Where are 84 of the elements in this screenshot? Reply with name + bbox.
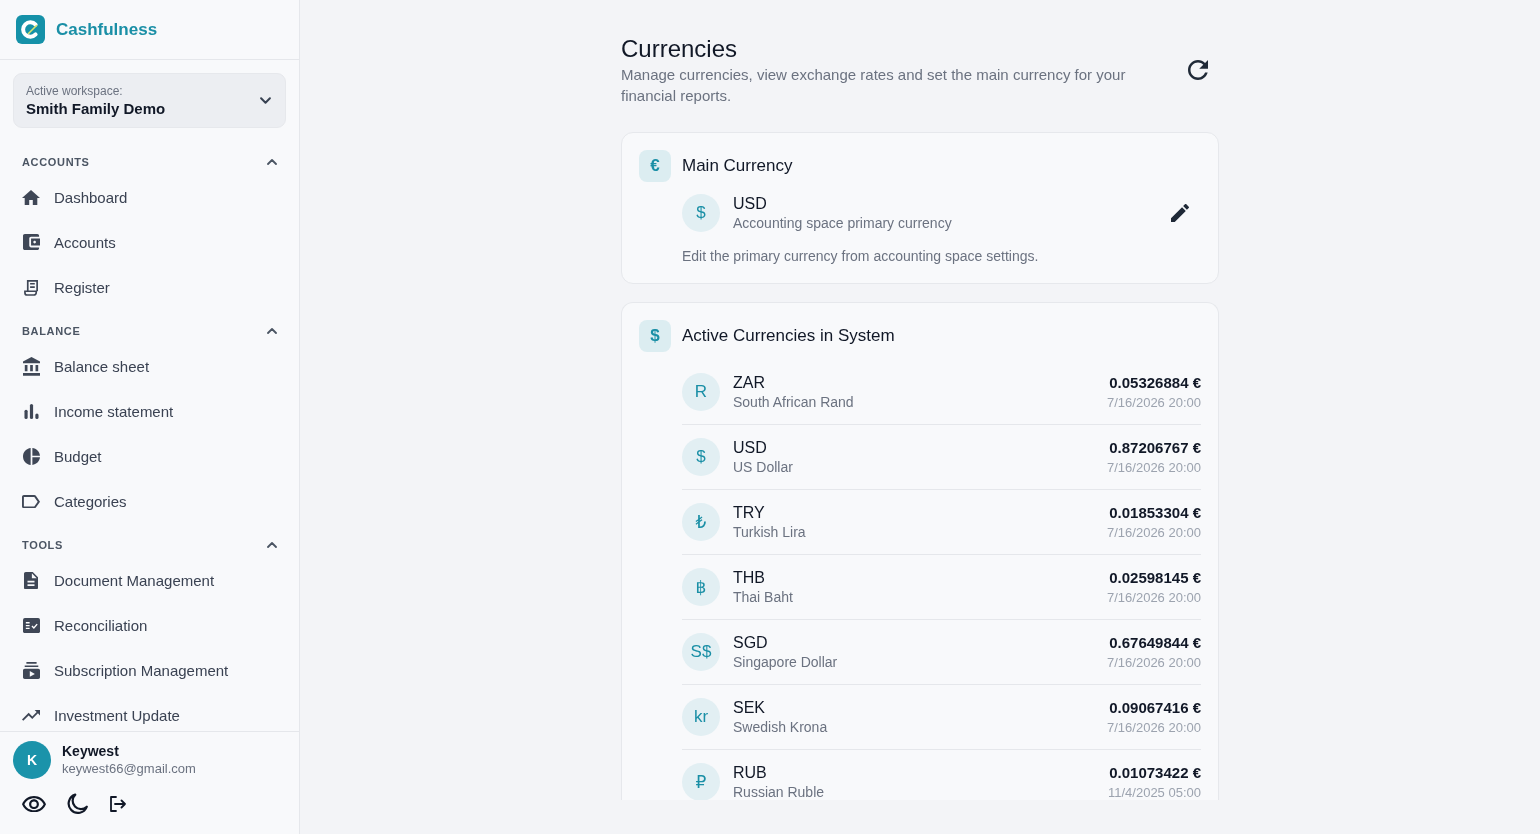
section-toggle[interactable]: BALANCE: [0, 320, 299, 342]
exchange-rate: 0.05326884 €: [1109, 373, 1201, 393]
currency-code: USD: [733, 194, 768, 214]
wallet-icon: [22, 234, 40, 251]
currency-symbol: ₽: [682, 763, 720, 800]
exchange-rate: 0.67649844 €: [1109, 633, 1201, 653]
card-symbol: $: [639, 320, 671, 352]
avatar: K: [13, 741, 51, 779]
nav-item[interactable]: Income statement: [8, 389, 291, 434]
currency-symbol: ฿: [682, 568, 720, 606]
user-name: Keywest: [62, 743, 120, 760]
receipt-icon: [23, 279, 39, 296]
trend-line-icon: [22, 710, 40, 721]
rate-date: 7/16/2026 20:00: [1107, 524, 1201, 542]
currency-name: Thai Baht: [733, 588, 794, 607]
rate-date: 7/16/2026 20:00: [1107, 654, 1201, 672]
checklist-icon: [22, 617, 40, 634]
workspace-name: Smith Family Demo: [26, 99, 166, 118]
bar-chart-icon: [23, 404, 39, 419]
nav-item[interactable]: Budget: [8, 434, 291, 479]
nav-item[interactable]: Categories: [8, 479, 291, 524]
nav-item[interactable]: Balance sheet: [8, 344, 291, 389]
card-symbol: €: [639, 150, 671, 182]
currency-code: SEK: [733, 698, 766, 718]
currency-code: THB: [733, 568, 766, 588]
rate-date: 7/16/2026 20:00: [1107, 589, 1201, 607]
document-icon: [24, 571, 38, 590]
exchange-rate: 0.02598145 €: [1109, 568, 1201, 588]
moon-icon[interactable]: [67, 793, 89, 815]
section-toggle[interactable]: ACCOUNTS: [0, 151, 299, 173]
workspace-selector[interactable]: Active workspace: Smith Family Demo: [13, 73, 286, 128]
currency-name: US Dollar: [733, 458, 794, 477]
rate-date: 7/16/2026 20:00: [1107, 459, 1201, 477]
workspace-label: Active workspace:: [26, 83, 124, 99]
currency-name: Singapore Dollar: [733, 653, 839, 672]
pie-chart-icon: [22, 448, 40, 465]
home-icon: [22, 189, 40, 206]
exchange-rate: 0.01073422 €: [1109, 763, 1201, 783]
currency-symbol: ₺: [682, 503, 720, 541]
logout-icon[interactable]: [110, 796, 126, 812]
exchange-rate: 0.01853304 €: [1109, 503, 1201, 523]
rate-date: 11/4/2025 05:00: [1108, 784, 1201, 800]
nav-item[interactable]: Dashboard: [8, 175, 291, 220]
currency-symbol: kr: [682, 698, 720, 736]
currency-name: South African Rand: [733, 393, 855, 412]
rate-date: 7/16/2026 20:00: [1107, 394, 1201, 412]
nav-item[interactable]: Register: [8, 265, 291, 310]
tag-icon: [22, 494, 40, 509]
page-title: Currencies: [621, 34, 739, 64]
nav-item[interactable]: Reconciliation: [8, 603, 291, 648]
currency-code: ZAR: [733, 373, 766, 393]
currency-code: TRY: [733, 503, 766, 523]
currency-code: SGD: [733, 633, 769, 653]
card-stack-icon: [22, 662, 40, 679]
bank-icon: [22, 357, 40, 376]
nav-item[interactable]: Document Management: [8, 558, 291, 603]
currency-name: Swedish Krona: [733, 718, 829, 737]
currency-symbol: $: [682, 438, 720, 476]
rate-date: 7/16/2026 20:00: [1107, 719, 1201, 737]
card-title: Main Currency: [682, 156, 793, 176]
exchange-rate: 0.87206767 €: [1109, 438, 1201, 458]
currency-symbol: S$: [682, 633, 720, 671]
currency-code: RUB: [733, 763, 768, 783]
card-title: Active Currencies in System: [682, 326, 895, 346]
pencil-icon[interactable]: [1171, 204, 1189, 222]
currency-symbol: R: [682, 373, 720, 411]
hint-text: Edit the primary currency from accounting space settings.: [682, 247, 1040, 266]
currency-description: Accounting space primary currency: [733, 214, 953, 233]
currency-name: Turkish Lira: [733, 523, 807, 542]
nav-item[interactable]: Accounts: [8, 220, 291, 265]
chevron-down-icon: [260, 97, 271, 104]
nav-item[interactable]: Investment Update: [8, 693, 291, 731]
eye-icon[interactable]: [22, 795, 46, 813]
currency-code: USD: [733, 438, 768, 458]
brand-name: Cashfulness: [56, 19, 158, 40]
section-toggle[interactable]: TOOLS: [0, 534, 299, 556]
refresh-icon[interactable]: [1188, 60, 1208, 80]
currency-symbol: $: [682, 194, 720, 232]
nav-item[interactable]: Subscription Management: [8, 648, 291, 693]
page-subtitle: Manage currencies, view exchange rates and set the main currency for your financial reports.: [621, 65, 1127, 106]
exchange-rate: 0.09067416 €: [1109, 698, 1201, 718]
user-email: keywest66@gmail.com: [62, 760, 196, 777]
currency-name: Russian Ruble: [733, 783, 826, 800]
logo-icon: [16, 15, 45, 44]
